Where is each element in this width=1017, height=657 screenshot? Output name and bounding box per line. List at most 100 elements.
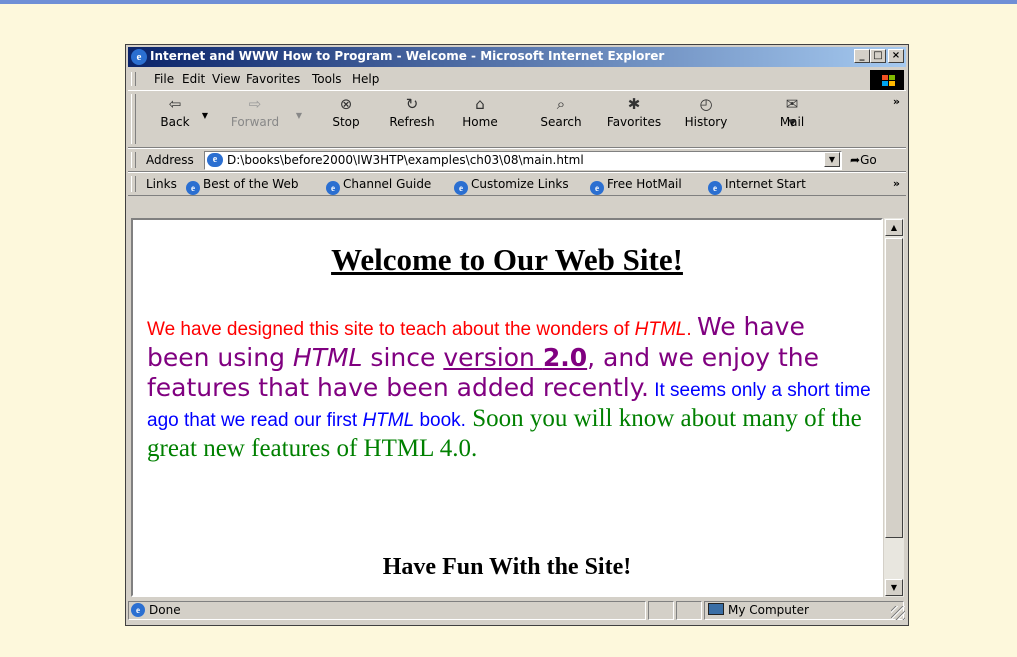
status-panel-blank xyxy=(676,601,702,620)
menu-view[interactable]: View xyxy=(212,72,240,86)
version-link-text: version xyxy=(443,342,543,372)
address-input[interactable]: e D:\books\before2000\IW3HTP\examples\ch0… xyxy=(204,151,842,170)
home-button[interactable]: ⌂ Home xyxy=(456,95,504,129)
link-internet-start[interactable]: e Internet Start xyxy=(708,177,806,195)
link-channel-guide[interactable]: e Channel Guide xyxy=(326,177,431,195)
menu-tools[interactable]: Tools xyxy=(312,72,342,86)
forward-button[interactable]: ⇨ Forward xyxy=(226,95,284,129)
links-bar: Links e Best of the Web e Channel Guide eC… xyxy=(128,172,906,196)
purple-emphasis: HTML xyxy=(292,342,363,372)
page-heading: Welcome to Our Web Site! xyxy=(331,242,683,277)
back-arrow-icon: ⇦ xyxy=(168,95,182,113)
refresh-label: Refresh xyxy=(389,115,435,129)
link-best-of-the-web[interactable]: e Best of the Web xyxy=(186,177,298,195)
search-button[interactable]: ⌕ Search xyxy=(532,95,590,129)
red-text: We have designed this site to teach abou… xyxy=(147,319,697,340)
status-zone: My Computer xyxy=(728,603,809,617)
browser-window: e Internet and WWW How to Program - Welc… xyxy=(125,44,909,626)
stop-label: Stop xyxy=(332,115,360,129)
refresh-icon: ↻ xyxy=(405,95,419,113)
maximize-button[interactable]: □ xyxy=(870,49,886,63)
link-customize-links[interactable]: e Customize Links xyxy=(454,177,569,195)
links-more-chevron[interactable]: » xyxy=(893,177,900,190)
link-label: Free HotMail xyxy=(607,177,682,191)
address-grip[interactable] xyxy=(131,152,136,168)
stop-icon: ⊗ xyxy=(339,95,353,113)
link-label: Internet Start xyxy=(725,177,806,191)
forward-dropdown[interactable]: ▼ xyxy=(294,111,304,120)
minimize-button[interactable]: _ xyxy=(854,49,870,63)
close-button[interactable]: × xyxy=(888,49,904,63)
favorites-icon: ✱ xyxy=(627,95,641,113)
toolbar-grip[interactable] xyxy=(131,94,136,144)
standard-toolbar: ⇦ Back ▼ ⇨ Forward ▼ ⊗ Stop ↻ Refresh ⌂ … xyxy=(128,90,906,148)
mail-label: Mail xyxy=(779,115,805,129)
top-accent-line xyxy=(0,0,1017,4)
ie-page-icon: e xyxy=(454,181,468,195)
ie-page-icon: e xyxy=(708,181,722,195)
back-label: Back xyxy=(160,115,190,129)
refresh-button[interactable]: ↻ Refresh xyxy=(384,95,440,129)
forward-arrow-icon: ⇨ xyxy=(248,95,262,113)
red-text-part: We have designed this site to teach abou… xyxy=(147,319,635,340)
vertical-scrollbar[interactable]: ▲ ▼ xyxy=(883,218,904,597)
blue-emphasis: HTML xyxy=(362,409,415,431)
link-label: Customize Links xyxy=(471,177,569,191)
links-label: Links xyxy=(146,177,177,191)
menu-favorites[interactable]: Favorites xyxy=(246,72,300,86)
stop-button[interactable]: ⊗ Stop xyxy=(324,95,368,129)
title-bar: e Internet and WWW How to Program - Welc… xyxy=(128,47,906,67)
favorites-label: Favorites xyxy=(606,115,662,129)
status-bar: e Done My Computer xyxy=(128,599,906,621)
back-dropdown[interactable]: ▼ xyxy=(200,111,210,120)
scroll-up-button[interactable]: ▲ xyxy=(885,219,903,236)
back-button[interactable]: ⇦ Back xyxy=(152,95,198,129)
home-label: Home xyxy=(462,115,498,129)
mail-icon: ✉▾ xyxy=(785,95,799,131)
welcome-paragraph: We have designed this site to teach abou… xyxy=(147,312,875,465)
menu-edit[interactable]: Edit xyxy=(182,72,205,86)
links-grip[interactable] xyxy=(131,176,136,192)
red-text-end: . xyxy=(686,319,697,340)
ie-page-icon: e xyxy=(186,181,200,195)
status-panel-blank xyxy=(648,601,674,620)
toolbar-more-chevron[interactable]: » xyxy=(893,95,900,108)
purple-text-part: since xyxy=(362,342,444,372)
go-button[interactable]: ➦Go xyxy=(850,153,877,167)
search-label: Search xyxy=(540,115,582,129)
link-free-hotmail[interactable]: e Free HotMail xyxy=(590,177,682,195)
address-url: D:\books\before2000\IW3HTP\examples\ch03… xyxy=(227,153,584,167)
forward-label: Forward xyxy=(230,115,280,129)
history-icon: ◴ xyxy=(699,95,713,113)
address-bar: Address e D:\books\before2000\IW3HTP\exam… xyxy=(128,148,906,172)
computer-icon xyxy=(708,603,724,615)
version-link-number: 2.0 xyxy=(542,342,588,372)
ie-page-icon: e xyxy=(590,181,604,195)
favorites-button[interactable]: ✱ Favorites xyxy=(600,95,668,129)
scroll-down-button[interactable]: ▼ xyxy=(885,579,903,596)
closing-heading: Have Fun With the Site! xyxy=(382,554,632,580)
status-text: Done xyxy=(149,603,181,617)
ie-page-icon: e xyxy=(131,603,145,617)
mail-button[interactable]: ✉▾ Mail xyxy=(770,95,814,131)
search-icon: ⌕ xyxy=(556,95,566,113)
version-link[interactable]: version 2.0 xyxy=(443,343,587,372)
menu-help[interactable]: Help xyxy=(352,72,379,86)
go-arrow-icon: ➦ xyxy=(850,153,861,167)
link-label: Best of the Web xyxy=(203,177,299,191)
status-zone-panel: My Computer xyxy=(704,601,904,620)
menu-grip[interactable] xyxy=(131,72,136,86)
address-label: Address xyxy=(146,153,194,167)
history-label: History xyxy=(684,115,728,129)
windows-flag-icon xyxy=(870,70,904,90)
scroll-thumb[interactable] xyxy=(885,238,903,538)
red-emphasis: HTML xyxy=(634,319,687,340)
link-label: Channel Guide xyxy=(343,177,432,191)
resize-grip[interactable] xyxy=(891,606,905,620)
history-button[interactable]: ◴ History xyxy=(676,95,736,129)
address-dropdown-button[interactable]: ▼ xyxy=(824,152,840,167)
menu-file[interactable]: File xyxy=(154,72,174,86)
window-title: Internet and WWW How to Program - Welcom… xyxy=(150,49,665,63)
page-icon: e xyxy=(207,153,223,167)
ie-logo-icon[interactable]: e xyxy=(131,49,147,65)
